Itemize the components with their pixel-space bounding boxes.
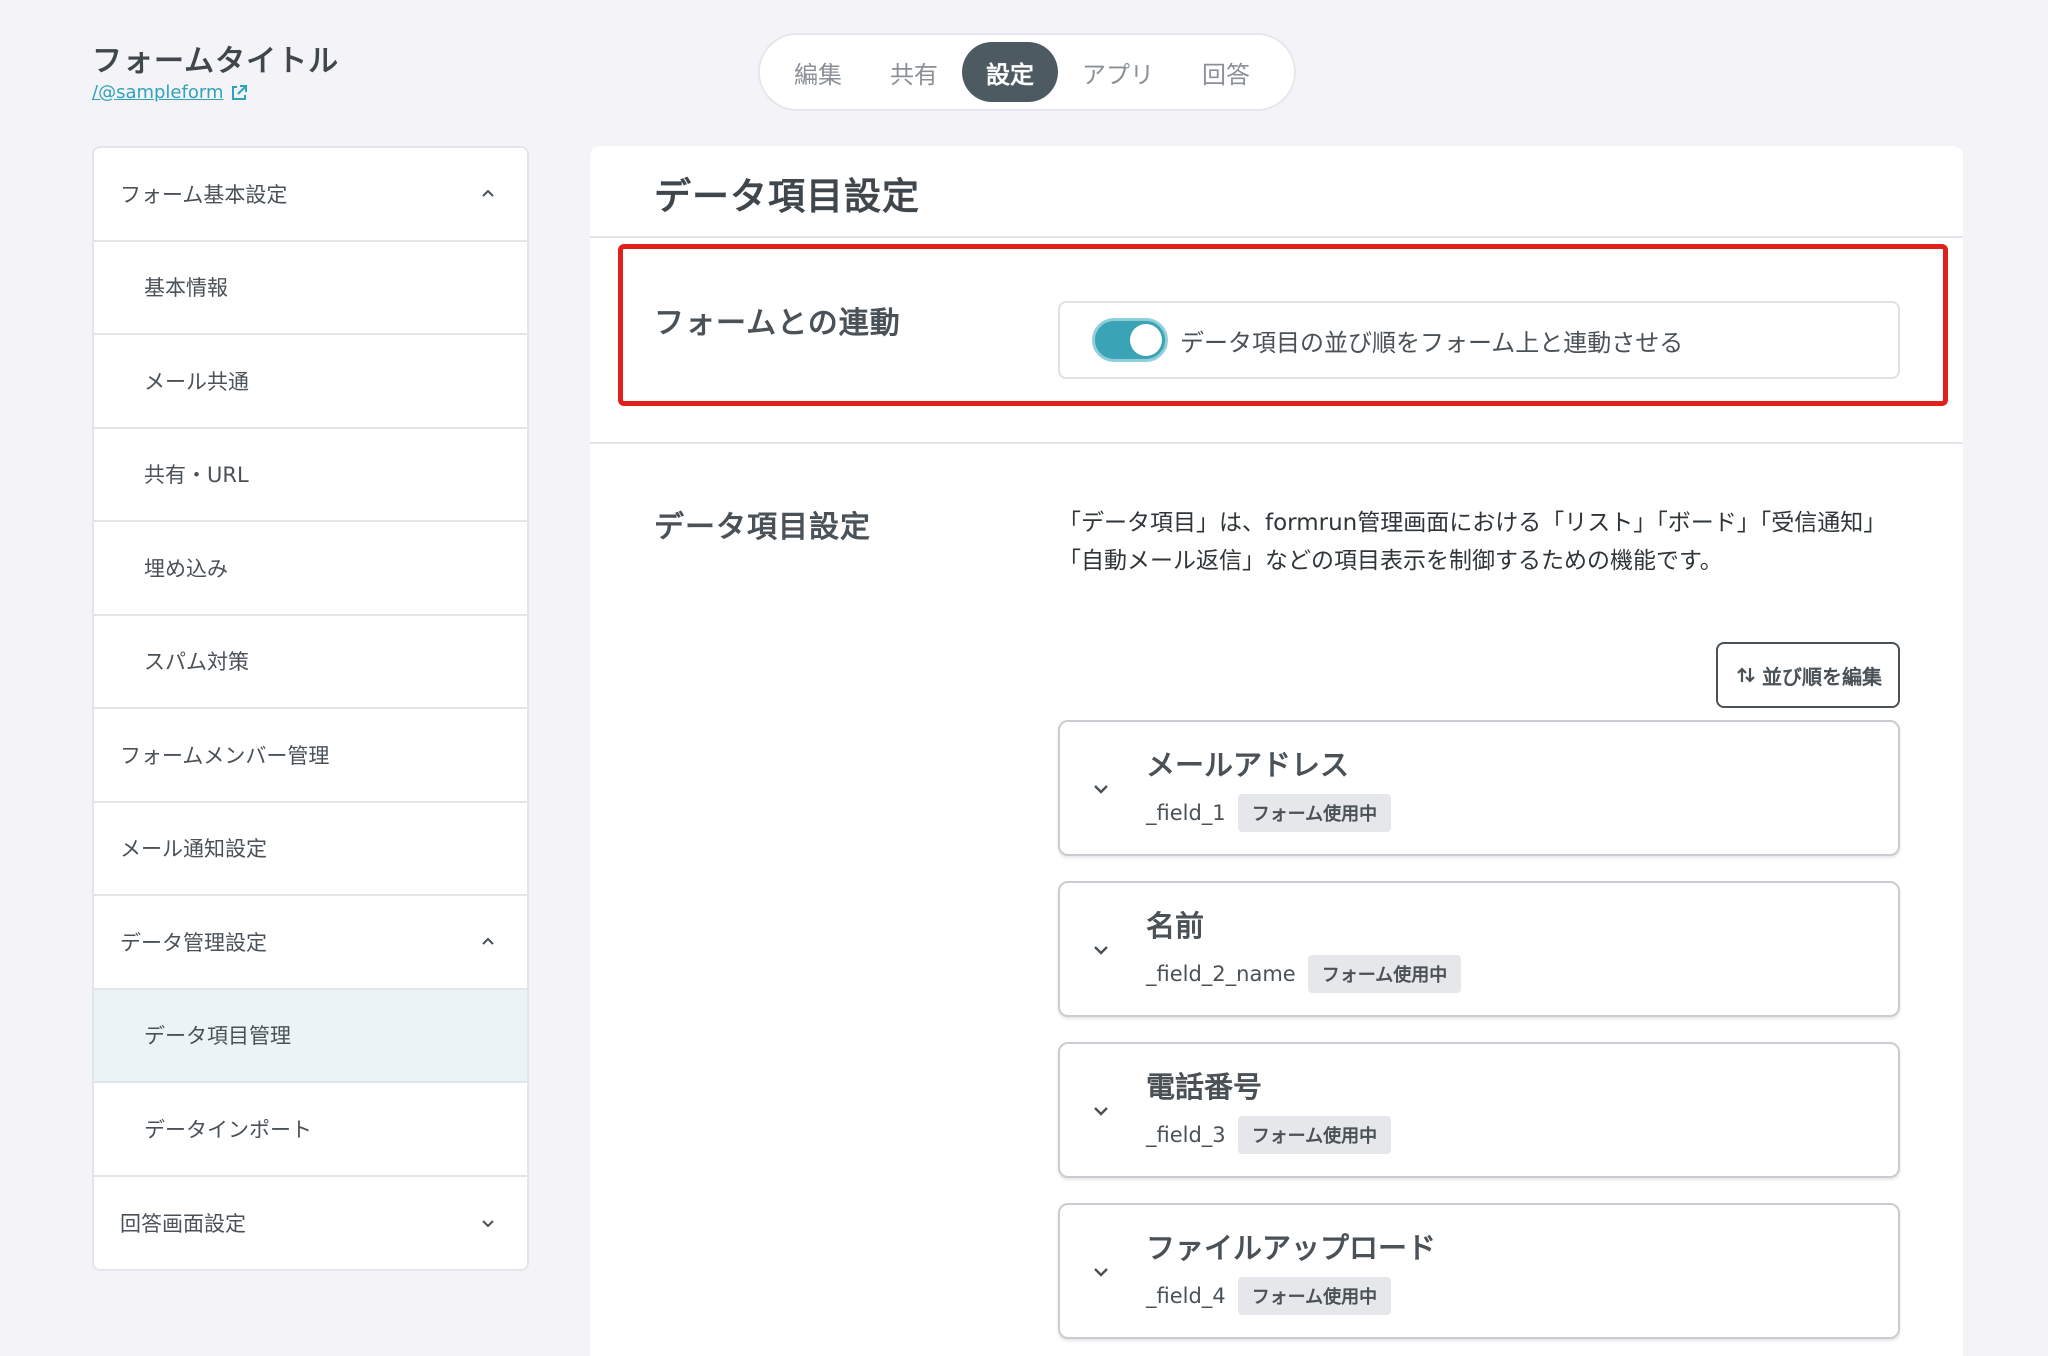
sidebar-item-label: データ管理設定: [120, 930, 267, 955]
edit-order-button[interactable]: 並び順を編集: [1716, 642, 1900, 708]
field-key: _field_1: [1146, 801, 1226, 825]
chevron-down-icon[interactable]: [1090, 1261, 1112, 1283]
sidebar-item-label: 共有・URL: [144, 463, 249, 488]
sidebar-item-mail-notification[interactable]: メール通知設定: [94, 803, 527, 896]
field-meta: _field_3 フォーム使用中: [1146, 1116, 1392, 1154]
field-name: メールアドレス: [1146, 748, 1350, 782]
sidebar-item-embed[interactable]: 埋め込み: [94, 522, 527, 616]
sidebar-item-spam-protection[interactable]: スパム対策: [94, 616, 527, 709]
divider: [590, 442, 1963, 444]
chevron-down-icon[interactable]: [1090, 1100, 1112, 1122]
tab-apps[interactable]: アプリ: [1058, 42, 1178, 102]
in-use-badge: フォーム使用中: [1237, 794, 1392, 832]
field-meta: _field_1 フォーム使用中: [1146, 794, 1392, 832]
tab-share[interactable]: 共有: [866, 42, 962, 102]
in-use-badge: フォーム使用中: [1237, 1277, 1392, 1315]
field-name: 電話番号: [1146, 1070, 1263, 1104]
form-title: フォームタイトル: [92, 44, 340, 79]
sidebar-item-label: メール共通: [144, 369, 249, 394]
chevron-down-icon: [482, 1220, 494, 1228]
form-link-section-label: フォームとの連動: [654, 306, 901, 341]
sidebar-item-share-url[interactable]: 共有・URL: [94, 429, 527, 522]
chevron-up-icon: [482, 189, 494, 197]
form-url-text: /@sampleform: [92, 82, 224, 103]
sidebar-item-data-import[interactable]: データインポート: [94, 1083, 527, 1177]
sidebar-item-label: データインポート: [144, 1117, 312, 1142]
toggle-knob: [1130, 324, 1162, 356]
external-link-icon: [232, 84, 248, 100]
sidebar-item-label: 基本情報: [144, 276, 228, 301]
data-field-card[interactable]: メールアドレス _field_1 フォーム使用中: [1058, 720, 1900, 856]
sidebar-item-label: フォーム基本設定: [120, 182, 288, 207]
settings-sidebar: フォーム基本設定 基本情報 メール共通 共有・URL 埋め込み スパム対策 フォ…: [92, 146, 529, 1271]
sidebar-item-data-fields[interactable]: データ項目管理: [94, 989, 527, 1083]
field-meta: _field_2_name フォーム使用中: [1146, 955, 1462, 993]
sidebar-item-label: データ項目管理: [144, 1024, 291, 1049]
data-field-card[interactable]: ファイルアップロード _field_4 フォーム使用中: [1058, 1203, 1900, 1339]
sync-order-toggle-row[interactable]: データ項目の並び順をフォーム上と連動させる: [1058, 301, 1900, 379]
in-use-badge: フォーム使用中: [1237, 1116, 1392, 1154]
data-fields-section-label: データ項目設定: [654, 510, 871, 545]
field-meta: _field_4 フォーム使用中: [1146, 1277, 1392, 1315]
sidebar-item-form-basic-settings[interactable]: フォーム基本設定: [94, 148, 527, 242]
chevron-down-icon[interactable]: [1090, 939, 1112, 961]
field-name: 名前: [1146, 909, 1205, 943]
sidebar-item-mail-common[interactable]: メール共通: [94, 335, 527, 429]
field-key: _field_3: [1146, 1123, 1226, 1147]
page: フォームタイトル /@sampleform 編集 共有 設定 アプリ 回答 フォ…: [0, 0, 2048, 1356]
field-key: _field_4: [1146, 1284, 1226, 1308]
sidebar-item-basic-info[interactable]: 基本情報: [94, 242, 527, 335]
tab-edit[interactable]: 編集: [770, 42, 866, 102]
tab-settings[interactable]: 設定: [962, 42, 1058, 102]
sidebar-item-form-members[interactable]: フォームメンバー管理: [94, 709, 527, 803]
top-tab-bar: 編集 共有 設定 アプリ 回答: [758, 33, 1296, 111]
sidebar-item-label: スパム対策: [144, 650, 249, 675]
page-title: データ項目設定: [654, 175, 920, 218]
sidebar-item-label: フォームメンバー管理: [120, 743, 330, 768]
data-fields-description: 「データ項目」は、formrun管理画面における「リスト」「ボード」「受信通知」…: [1058, 510, 1887, 574]
chevron-up-icon: [482, 937, 494, 945]
field-key: _field_2_name: [1146, 962, 1296, 986]
edit-order-label: 並び順を編集: [1762, 664, 1882, 689]
form-url-link[interactable]: /@sampleform: [92, 82, 249, 103]
main-panel: データ項目設定 フォームとの連動 データ項目の並び順をフォーム上と連動させる デ…: [590, 146, 1963, 1356]
in-use-badge: フォーム使用中: [1307, 955, 1462, 993]
sidebar-item-label: 埋め込み: [144, 556, 228, 581]
field-name: ファイルアップロード: [1146, 1231, 1437, 1265]
sync-order-toggle[interactable]: [1092, 318, 1168, 362]
data-field-card[interactable]: 電話番号 _field_3 フォーム使用中: [1058, 1042, 1900, 1178]
divider: [590, 236, 1963, 238]
tab-responses[interactable]: 回答: [1178, 42, 1274, 102]
sync-order-toggle-label: データ項目の並び順をフォーム上と連動させる: [1180, 328, 1684, 357]
sidebar-item-label: 回答画面設定: [120, 1212, 246, 1237]
data-field-card[interactable]: 名前 _field_2_name フォーム使用中: [1058, 881, 1900, 1017]
sort-arrows-icon: [1737, 667, 1755, 683]
sidebar-item-label: メール通知設定: [120, 837, 267, 862]
chevron-down-icon[interactable]: [1090, 778, 1112, 800]
sidebar-item-response-screen[interactable]: 回答画面設定: [94, 1177, 527, 1270]
sidebar-item-data-management[interactable]: データ管理設定: [94, 896, 527, 990]
